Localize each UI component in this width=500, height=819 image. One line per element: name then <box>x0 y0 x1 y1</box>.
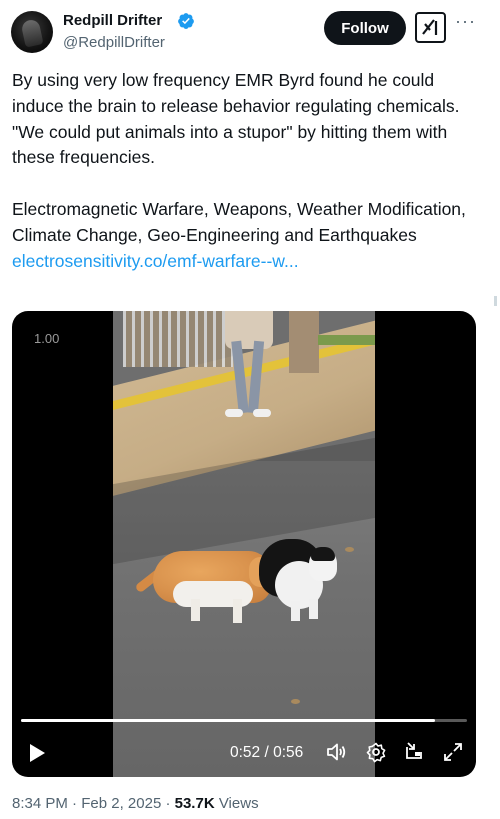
person-shoe <box>225 409 243 417</box>
person-shoe <box>253 409 271 417</box>
play-icon[interactable] <box>28 743 46 763</box>
avatar-figure <box>20 18 44 48</box>
video-player[interactable]: 1.00 0:52 / 0:56 <box>12 311 476 777</box>
pip-icon[interactable] <box>404 741 426 763</box>
settings-gear-icon[interactable] <box>365 741 387 763</box>
views-count: 53.7K <box>174 795 215 812</box>
verified-badge-icon <box>178 13 194 29</box>
grok-button[interactable] <box>415 12 446 43</box>
progress-fill <box>21 719 436 722</box>
tweet-paragraph-2: Electromagnetic Warfare, Weapons, Weathe… <box>12 199 466 245</box>
hedge <box>318 335 375 345</box>
playback-speed-label: 1.00 <box>34 331 60 346</box>
tweet-date[interactable]: Feb 2, 2025 <box>81 795 161 812</box>
meta-separator: · <box>72 795 78 812</box>
progress-bar[interactable] <box>21 719 467 722</box>
author-handle[interactable]: @RedpillDrifter <box>63 34 165 51</box>
tweet-text: By using very low frequency EMR Byrd fou… <box>12 68 482 275</box>
tree-trunk <box>289 311 319 373</box>
grok-icon <box>422 19 438 35</box>
black-white-cat-ears <box>311 547 335 561</box>
avatar[interactable] <box>11 11 53 53</box>
more-icon[interactable]: ··· <box>455 12 476 30</box>
leaf <box>345 547 354 552</box>
black-white-cat-leg <box>291 601 300 621</box>
fullscreen-icon[interactable] <box>442 741 464 763</box>
leaf <box>291 699 300 704</box>
video-time: 0:52 / 0:56 <box>230 744 304 761</box>
orange-cat-leg <box>233 599 242 623</box>
black-white-cat-leg <box>309 599 318 619</box>
tweet-paragraph-1: By using very low frequency EMR Byrd fou… <box>12 70 460 168</box>
views-label: Views <box>218 795 259 812</box>
volume-icon[interactable] <box>325 741 347 763</box>
follow-button[interactable]: Follow <box>324 11 406 45</box>
scrollbar-thumb[interactable] <box>494 296 497 306</box>
fence <box>123 311 233 367</box>
tweet-header: Redpill Drifter @RedpillDrifter Follow ·… <box>0 0 500 70</box>
author-name[interactable]: Redpill Drifter <box>63 12 162 29</box>
video-frame[interactable] <box>113 311 375 777</box>
meta-separator: · <box>165 795 171 812</box>
orange-cat-leg <box>191 599 200 621</box>
tweet-time[interactable]: 8:34 PM <box>12 795 68 812</box>
tweet-meta: 8:34 PM · Feb 2, 2025 · 53.7K Views <box>12 795 259 812</box>
tweet-link[interactable]: electrosensitivity.co/emf-warfare--w... <box>12 251 299 271</box>
